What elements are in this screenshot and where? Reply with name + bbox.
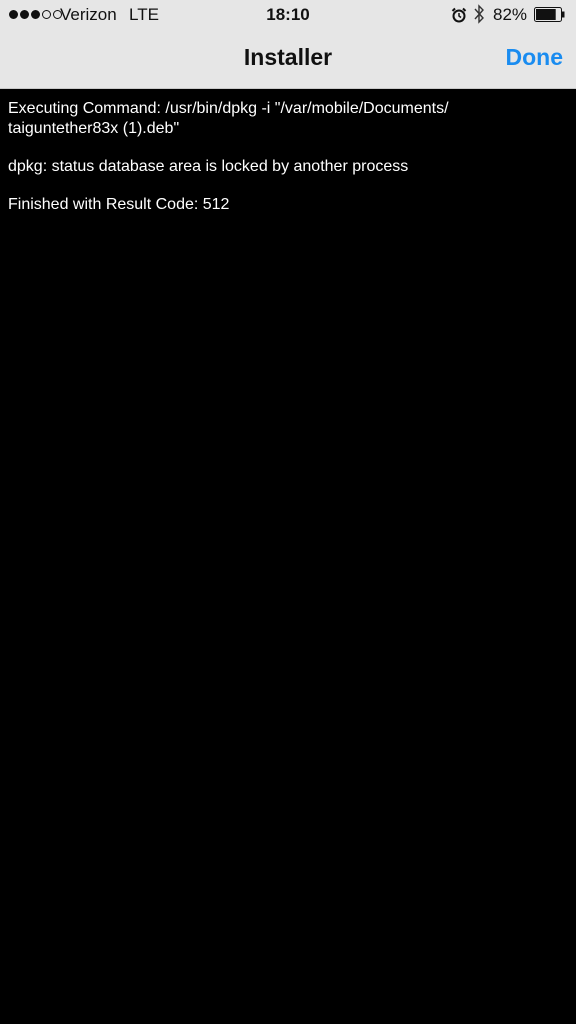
clock: 18:10 (266, 5, 310, 24)
status-bar: Verizon LTE 18:10 82% (0, 0, 576, 30)
bluetooth-icon (474, 4, 484, 24)
battery-percentage: 82% (493, 5, 528, 24)
alarm-icon (451, 7, 467, 23)
navigation-header: Verizon LTE 18:10 82% Installer Done (0, 0, 576, 89)
battery-icon (534, 7, 565, 22)
console-output: Executing Command: /usr/bin/dpkg -i "/va… (8, 99, 568, 233)
console-line-result: Finished with Result Code: 512 (8, 196, 230, 213)
console-line-error: dpkg: status database area is locked by … (8, 158, 409, 175)
battery-fill (536, 9, 556, 20)
page-title: Installer (243, 44, 333, 70)
done-button[interactable]: Done (506, 44, 564, 71)
console-line-command: Executing Command: /usr/bin/dpkg -i "/va… (8, 100, 449, 137)
